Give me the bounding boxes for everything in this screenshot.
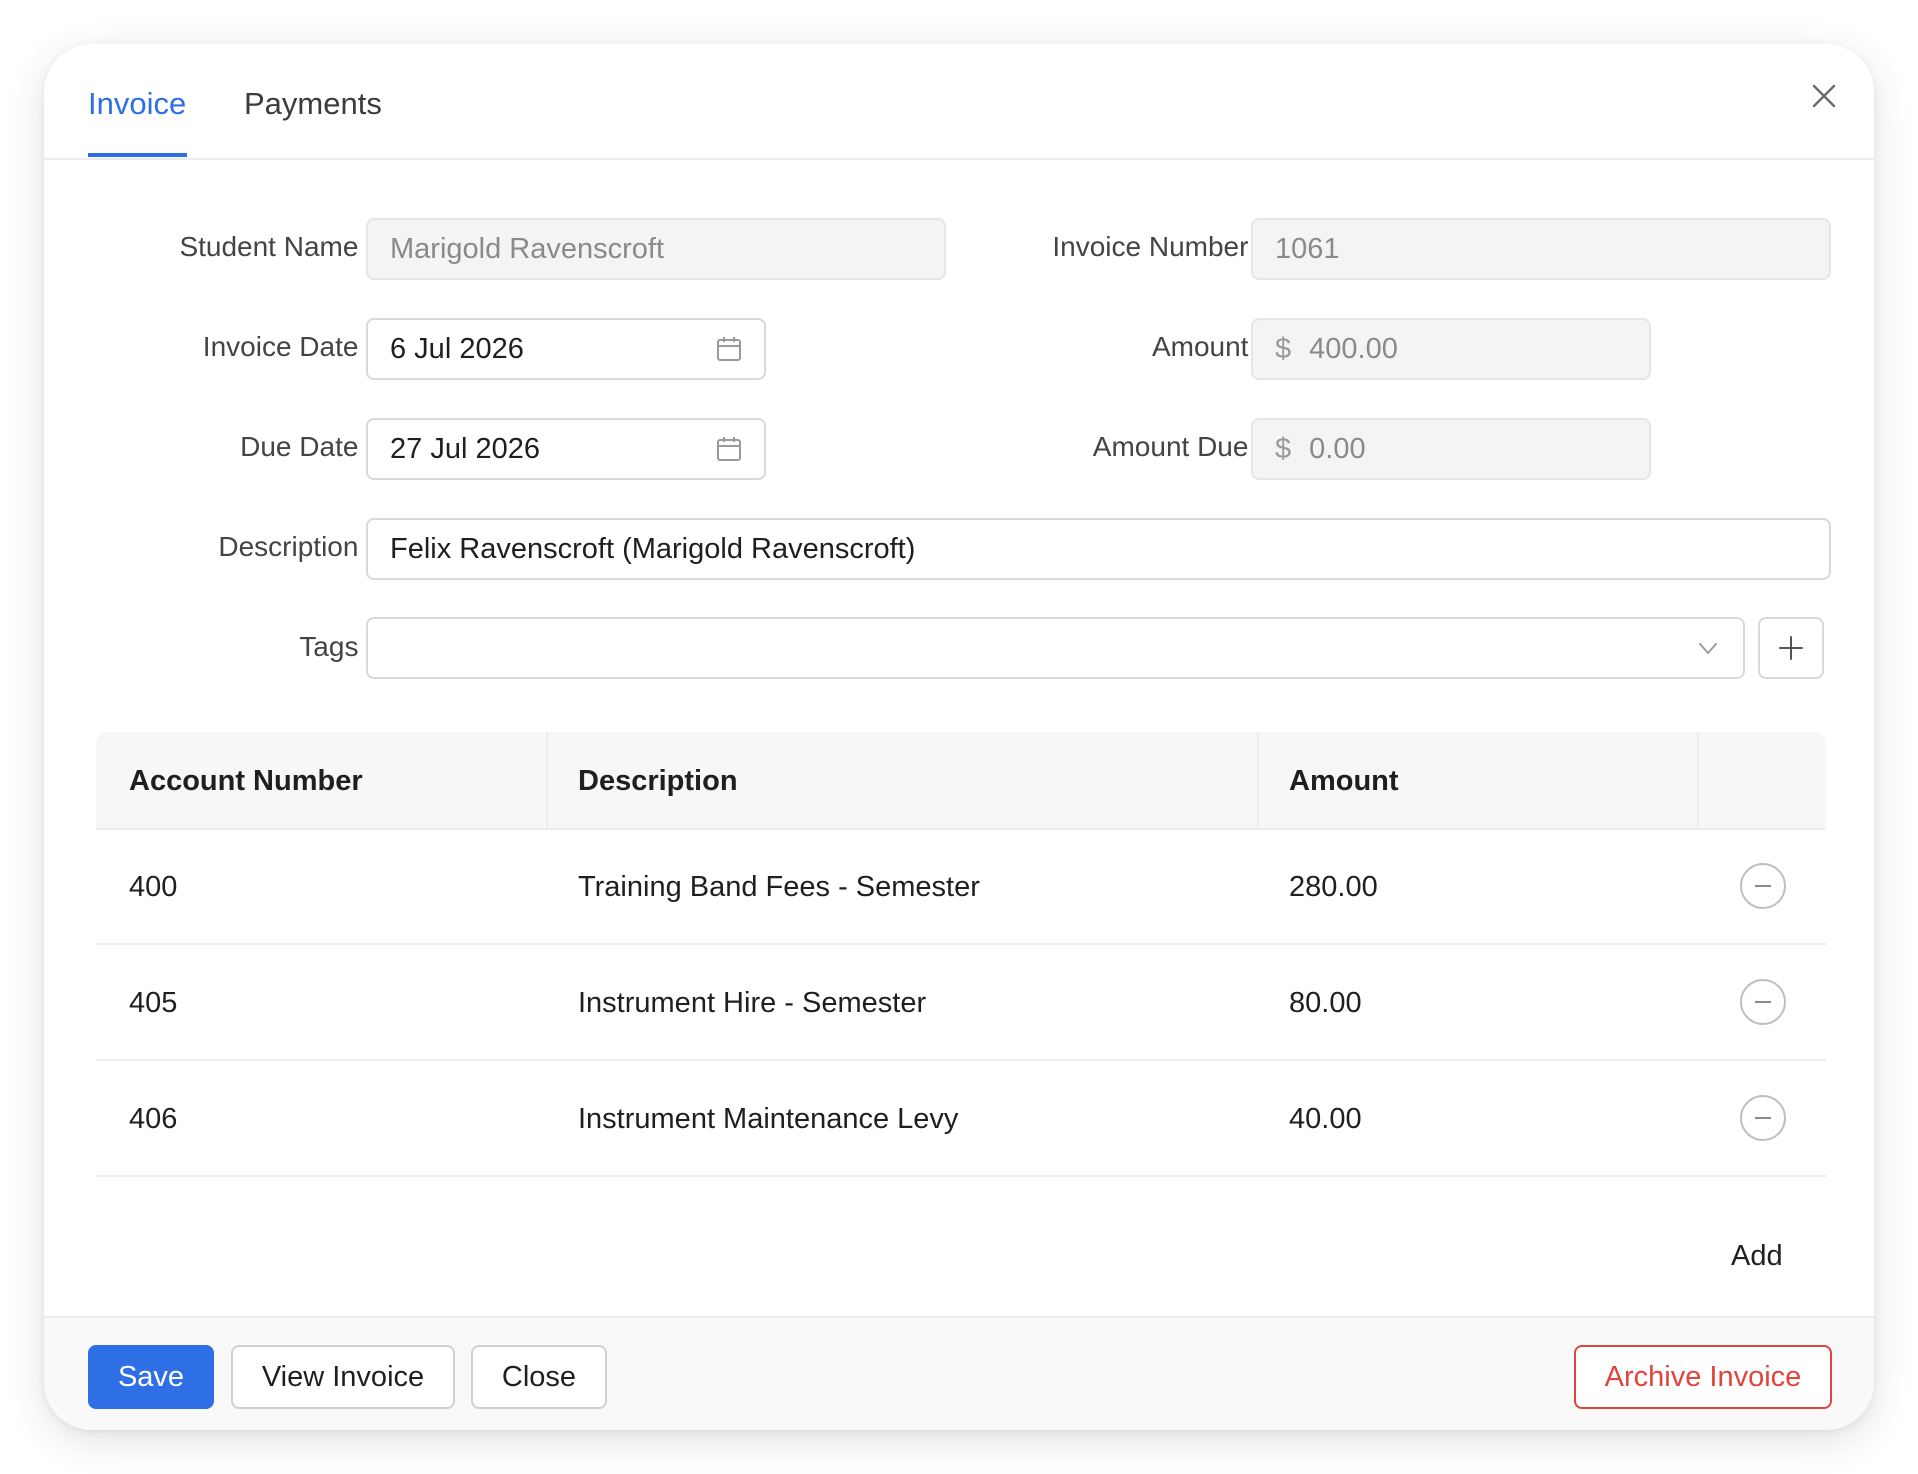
row-description: Instrument Hire - Semester (578, 987, 927, 1019)
archive-invoice-button[interactable]: Archive Invoice (1574, 1345, 1832, 1409)
calendar-icon[interactable] (714, 334, 744, 364)
chevron-down-icon[interactable] (1693, 633, 1723, 663)
invoice-number-label: Invoice Number : (1052, 231, 1264, 262)
dialog-footer: Save View Invoice Close Archive Invoice (44, 1316, 1874, 1430)
row-account-number: 400 (129, 871, 178, 903)
invoice-date-label: Invoice Date : (202, 331, 374, 362)
student-name-value: Marigold Ravenscroft (390, 232, 664, 265)
amount-due-currency-prefix: $ (1275, 432, 1292, 465)
row-divider (96, 1059, 1826, 1061)
amount-label: Amount : (1151, 331, 1264, 362)
row-amount: 40.00 (1289, 1103, 1362, 1135)
invoice-date-value: 6 Jul 2026 (390, 332, 524, 365)
column-divider (1697, 732, 1699, 828)
save-button[interactable]: Save (88, 1345, 214, 1409)
description-input[interactable]: Felix Ravenscroft (Marigold Ravenscroft) (366, 518, 1831, 580)
add-line-link[interactable]: Add (1731, 1240, 1783, 1273)
active-tab-indicator (88, 153, 187, 157)
amount-value: 400.00 (1309, 332, 1398, 365)
amount-due-value: 0.00 (1309, 432, 1366, 465)
invoice-number-value: 1061 (1275, 232, 1340, 265)
invoice-number-field: 1061 (1251, 218, 1831, 280)
due-date-label: Due Date : (240, 431, 374, 462)
row-account-number: 405 (129, 987, 178, 1019)
add-tag-button[interactable] (1758, 617, 1824, 679)
plus-icon (1779, 636, 1803, 660)
invoice-date-picker[interactable]: 6 Jul 2026 (366, 318, 766, 380)
row-divider (96, 1175, 1826, 1177)
remove-line-button[interactable] (1740, 863, 1786, 909)
amount-due-label: Amount Due : (1092, 431, 1264, 462)
invoice-dialog: Invoice Payments Student Name : Marigold… (44, 44, 1874, 1430)
header-description: Description (578, 765, 738, 797)
row-amount: 80.00 (1289, 987, 1362, 1019)
tags-select[interactable] (366, 617, 1745, 679)
due-date-value: 27 Jul 2026 (390, 432, 540, 465)
amount-field: $ 400.00 (1251, 318, 1651, 380)
header-amount: Amount (1289, 765, 1399, 797)
close-button[interactable]: Close (471, 1345, 607, 1409)
due-date-picker[interactable]: 27 Jul 2026 (366, 418, 766, 480)
tab-invoice[interactable]: Invoice (88, 86, 186, 122)
header-account-number: Account Number (129, 765, 363, 797)
calendar-icon[interactable] (714, 434, 744, 464)
student-name-field: Marigold Ravenscroft (366, 218, 946, 280)
row-account-number: 406 (129, 1103, 178, 1135)
row-divider (96, 943, 1826, 945)
column-divider (546, 732, 548, 828)
amount-currency-prefix: $ (1275, 332, 1292, 365)
description-value: Felix Ravenscroft (Marigold Ravenscroft) (390, 532, 916, 565)
remove-line-button[interactable] (1740, 1095, 1786, 1141)
student-name-label: Student Name : (179, 231, 374, 262)
remove-line-button[interactable] (1740, 979, 1786, 1025)
row-amount: 280.00 (1289, 871, 1378, 903)
row-description: Training Band Fees - Semester (578, 871, 980, 903)
column-divider (1257, 732, 1259, 828)
row-description: Instrument Maintenance Levy (578, 1103, 959, 1135)
description-label: Description : (218, 531, 374, 562)
view-invoice-button[interactable]: View Invoice (231, 1345, 455, 1409)
close-icon[interactable] (1804, 76, 1844, 116)
tab-payments[interactable]: Payments (244, 86, 382, 122)
tab-bar: Invoice Payments (44, 44, 1874, 160)
amount-due-field: $ 0.00 (1251, 418, 1651, 480)
tags-label: Tags : (299, 631, 374, 662)
